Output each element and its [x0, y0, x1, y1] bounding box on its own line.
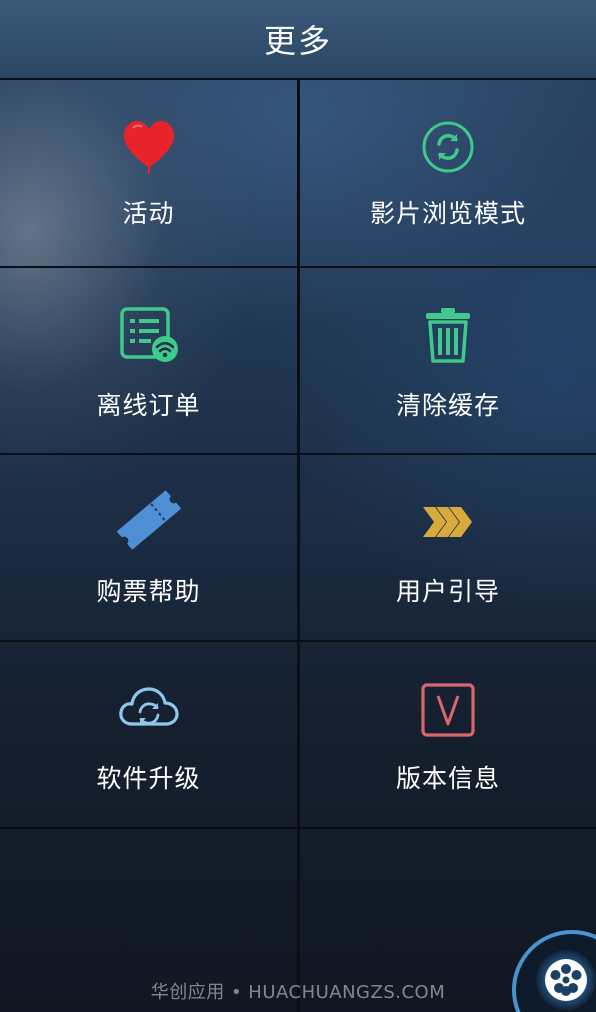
grid-divider [297, 80, 300, 1012]
cloud-sync-icon [118, 687, 179, 726]
grid-divider [0, 827, 596, 829]
tile-version-info[interactable]: 版本信息 [300, 642, 596, 827]
film-reel-icon [512, 930, 596, 1012]
tile-label: 购票帮助 [96, 577, 201, 606]
tile-label: 版本信息 [395, 764, 500, 793]
floating-action-button[interactable] [510, 930, 596, 1012]
trash-icon [426, 308, 470, 363]
tile-label: 活动 [122, 199, 175, 228]
tile-label: 软件升级 [96, 764, 201, 793]
tile-label: 影片浏览模式 [369, 199, 526, 228]
heart-icon [123, 120, 174, 174]
tile-clear-cache[interactable]: 清除缓存 [300, 268, 596, 453]
tile-ticket-help[interactable]: 购票帮助 [0, 455, 297, 640]
chevrons-right-icon [423, 507, 472, 537]
grid-divider [0, 453, 596, 455]
tile-label: 用户引导 [395, 577, 500, 606]
tile-offline-orders[interactable]: 离线订单 [0, 268, 297, 453]
tile-movie-browse-mode[interactable]: 影片浏览模式 [300, 80, 596, 266]
tile-activity[interactable]: 活动 [0, 80, 297, 266]
offline-order-icon [119, 307, 178, 362]
tile-software-upgrade[interactable]: 软件升级 [0, 642, 297, 827]
header-bar: 更多 [0, 0, 596, 80]
tile-label: 离线订单 [96, 391, 201, 420]
grid-divider [0, 266, 596, 268]
ticket-icon [116, 490, 181, 550]
grid-divider [0, 640, 596, 642]
tile-label: 清除缓存 [395, 391, 500, 420]
page-title: 更多 [263, 22, 332, 60]
version-v-icon [421, 683, 475, 737]
tile-user-guide[interactable]: 用户引导 [300, 455, 596, 640]
watermark-text: 华创应用 • HUACHUANGZS.COM [150, 982, 446, 1003]
refresh-icon [422, 121, 474, 173]
